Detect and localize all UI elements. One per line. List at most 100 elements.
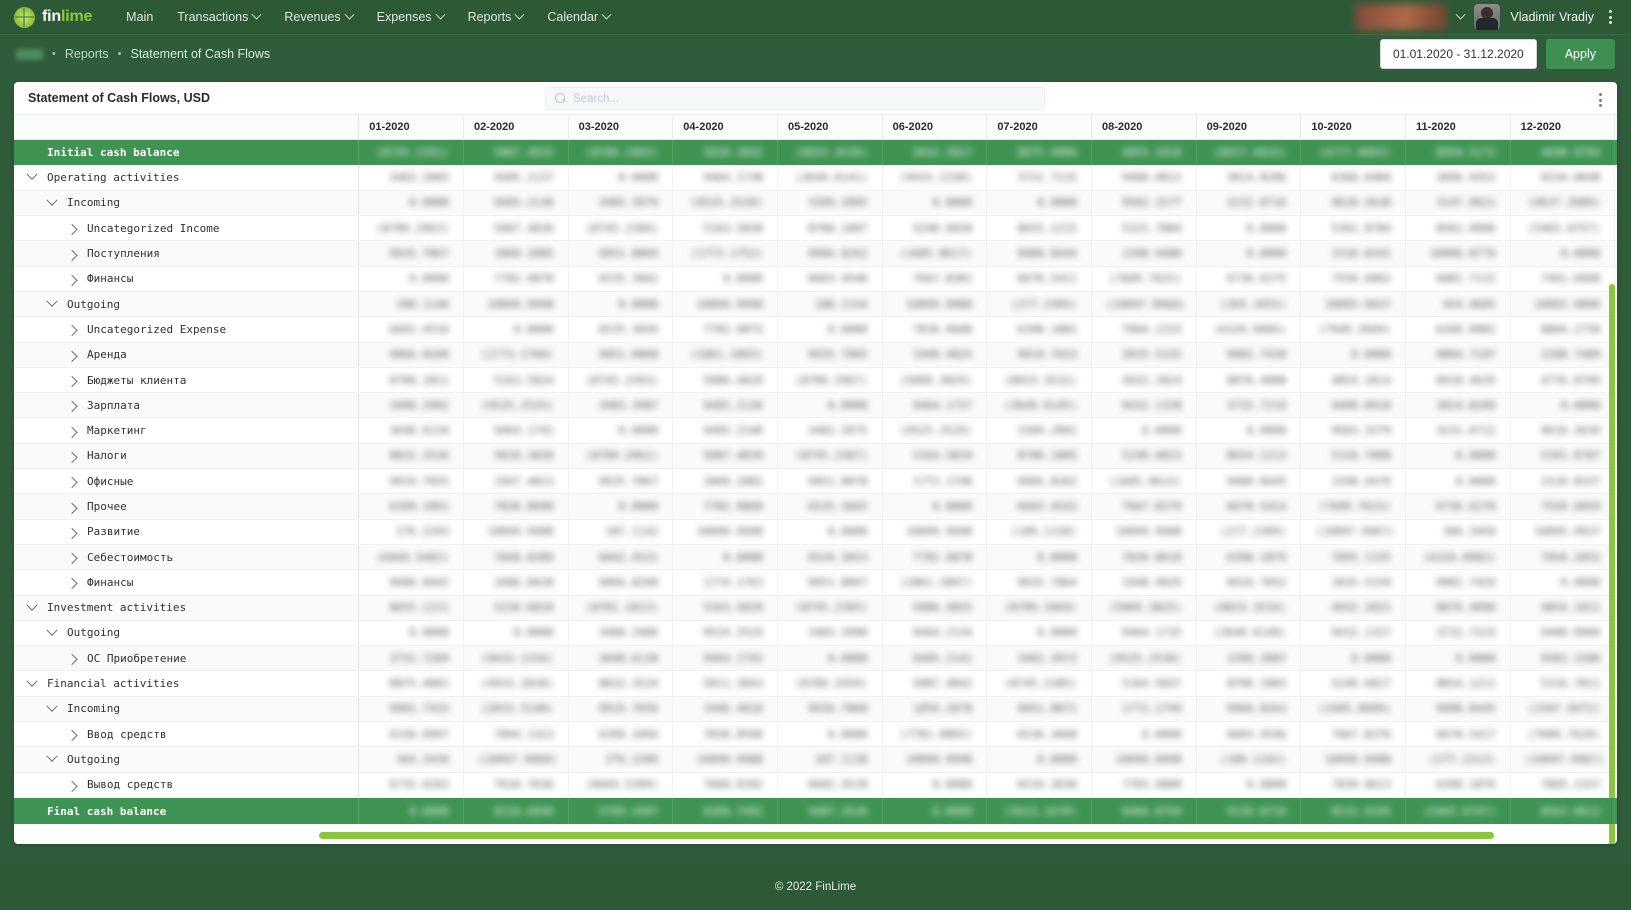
user-menu-kebab-icon[interactable] [1604, 6, 1617, 28]
table-row[interactable]: Uncategorized Expense6602.45340.00006535… [14, 317, 1617, 342]
row-label-cell[interactable]: Final cash balance [14, 798, 359, 824]
row-label-cell[interactable]: Outgoing [14, 291, 359, 316]
vertical-scrollbar-thumb[interactable] [1609, 284, 1615, 844]
chevron-right-icon[interactable] [64, 477, 80, 485]
column-header-10-2020[interactable]: 10-2020 [1301, 115, 1406, 139]
chevron-right-icon[interactable] [64, 578, 80, 586]
nav-item-expenses[interactable]: Expenses [365, 0, 456, 35]
chevron-down-icon[interactable] [44, 199, 60, 207]
table-row[interactable]: Прочее6399.18917838.06000.00007782.98686… [14, 494, 1617, 519]
table-row[interactable]: Себестоимость(6669.5402)7668.83896602.45… [14, 544, 1617, 569]
breadcrumb-item-redacted[interactable] [16, 49, 43, 60]
table-row[interactable]: Financial activities8875.4081(4933.2838)… [14, 671, 1617, 696]
chevron-right-icon[interactable] [64, 781, 80, 789]
company-selector-redacted[interactable] [1355, 4, 1447, 30]
row-label-cell[interactable]: Аренда [14, 342, 359, 367]
column-header-09-2020[interactable]: 09-2020 [1196, 115, 1301, 139]
table-row[interactable]: Investment activities8655.12215239.6810(… [14, 595, 1617, 620]
nav-item-calendar[interactable]: Calendar [535, 0, 622, 35]
table-row[interactable]: Initial cash balance(8745.2391)5087.4832… [14, 139, 1617, 165]
column-header-01-2020[interactable]: 01-2020 [359, 115, 464, 139]
chevron-down-icon[interactable] [24, 604, 40, 612]
table-row[interactable]: Outgoing0.00000.00003400.29069524.252434… [14, 620, 1617, 645]
chevron-down-icon[interactable] [44, 629, 60, 637]
row-label-cell[interactable]: Налоги [14, 443, 359, 468]
row-label-cell[interactable]: Ввод средств [14, 722, 359, 747]
table-row[interactable]: Final cash balance0.00008318.68405760.35… [14, 798, 1617, 824]
table-row[interactable]: Incoming9902.7433(2033.5140)9919.7656194… [14, 696, 1617, 721]
chevron-right-icon[interactable] [64, 250, 80, 258]
column-header-11-2020[interactable]: 11-2020 [1406, 115, 1511, 139]
chevron-right-icon[interactable] [64, 351, 80, 359]
table-row[interactable]: Incoming0.00009495.21383483.3979(9525.25… [14, 190, 1617, 215]
chevron-right-icon[interactable] [64, 275, 80, 283]
row-label-cell[interactable]: Financial activities [14, 671, 359, 696]
row-label-cell[interactable]: Вывод средств [14, 772, 359, 797]
apply-button[interactable]: Apply [1546, 39, 1615, 69]
row-label-cell[interactable]: Бюджеты клиента [14, 367, 359, 392]
column-header-03-2020[interactable]: 03-2020 [568, 115, 673, 139]
row-label-cell[interactable]: Initial cash balance [14, 139, 359, 165]
chevron-right-icon[interactable] [64, 503, 80, 511]
chevron-right-icon[interactable] [64, 452, 80, 460]
row-label-cell[interactable]: Uncategorized Income [14, 216, 359, 241]
chevron-right-icon[interactable] [64, 376, 80, 384]
table-row[interactable]: Финансы0.00007782.98706535.36620.0000660… [14, 266, 1617, 291]
row-label-cell[interactable]: Incoming [14, 696, 359, 721]
report-table-area[interactable]: 01-202002-202003-202004-202005-202006-20… [14, 115, 1617, 844]
chevron-right-icon[interactable] [64, 528, 80, 536]
chevron-down-icon[interactable] [24, 680, 40, 688]
row-label-cell[interactable]: Operating activities [14, 165, 359, 190]
column-header-02-2020[interactable]: 02-2020 [463, 115, 568, 139]
chevron-right-icon[interactable] [64, 654, 80, 662]
table-row[interactable]: Маркетинг3648.61349464.17410.00009495.21… [14, 418, 1617, 443]
chevron-down-icon[interactable] [44, 705, 60, 713]
row-label-cell[interactable]: Uncategorized Expense [14, 317, 359, 342]
column-header-06-2020[interactable]: 06-2020 [882, 115, 987, 139]
nav-item-revenues[interactable]: Revenues [272, 0, 364, 35]
date-range-input[interactable]: 01.01.2020 - 31.12.2020 [1380, 39, 1537, 69]
company-chevron-down-icon[interactable] [1456, 9, 1466, 19]
chevron-right-icon[interactable] [64, 730, 80, 738]
table-row[interactable]: Ввод средств6330.09977894.13236399.18947… [14, 722, 1617, 747]
row-label-cell[interactable]: Развитие [14, 519, 359, 544]
horizontal-scrollbar-thumb[interactable] [319, 832, 1494, 839]
column-header-07-2020[interactable]: 07-2020 [987, 115, 1092, 139]
chevron-down-icon[interactable] [24, 173, 40, 181]
table-row[interactable]: Зарплата3400.2902(9525.2525)3483.3987949… [14, 393, 1617, 418]
row-label-cell[interactable]: Incoming [14, 190, 359, 215]
table-row[interactable]: Налоги8832.35265010.3839(8789.2961)5087.… [14, 443, 1617, 468]
app-logo[interactable]: finlime [14, 7, 92, 28]
report-options-kebab-icon[interactable] [1594, 89, 1607, 111]
table-row[interactable]: Вывод средств6735.62637610.7636(6669.539… [14, 772, 1617, 797]
table-row[interactable]: Outgoing188.114610099.99980.000010099.99… [14, 291, 1617, 316]
column-header-05-2020[interactable]: 05-2020 [777, 115, 882, 139]
nav-item-transactions[interactable]: Transactions [165, 0, 272, 35]
chevron-right-icon[interactable] [64, 401, 80, 409]
row-label-cell[interactable]: Прочее [14, 494, 359, 519]
table-row[interactable]: Бюджеты клиента8700.18115163.5824(8745.2… [14, 367, 1617, 392]
table-row[interactable]: Финансы9980.84421686.06289966.82601774.1… [14, 570, 1617, 595]
table-row[interactable]: Офисные9919.76551947.40139935.78671860.2… [14, 469, 1617, 494]
row-label-cell[interactable]: ОС Приобретение [14, 646, 359, 671]
row-label-cell[interactable]: Outgoing [14, 747, 359, 772]
column-header-04-2020[interactable]: 04-2020 [673, 115, 778, 139]
table-row[interactable]: ОС Приобретение3731.7204(9433.1334)3648.… [14, 646, 1617, 671]
table-row[interactable]: Operating activities3483.39839495.21370.… [14, 165, 1617, 190]
row-label-cell[interactable]: Финансы [14, 570, 359, 595]
table-row[interactable]: Развитие276.229310099.9988187.114210099.… [14, 519, 1617, 544]
table-row[interactable]: Аренда9966.8260(1773.1760)9951.8068(1861… [14, 342, 1617, 367]
chevron-right-icon[interactable] [64, 427, 80, 435]
column-header-2020[interactable]: 2020 [1615, 115, 1617, 139]
column-header-12-2020[interactable]: 12-2020 [1510, 115, 1615, 139]
row-label-cell[interactable]: Офисные [14, 469, 359, 494]
user-avatar[interactable] [1474, 4, 1500, 30]
horizontal-scrollbar[interactable] [319, 832, 1611, 839]
chevron-down-icon[interactable] [44, 755, 60, 763]
nav-item-main[interactable]: Main [114, 0, 165, 35]
row-label-cell[interactable]: Outgoing [14, 620, 359, 645]
breadcrumb-item-reports[interactable]: Reports [65, 47, 109, 61]
chevron-right-icon[interactable] [64, 224, 80, 232]
chevron-right-icon[interactable] [64, 325, 80, 333]
search-field[interactable]: Search... [545, 87, 1045, 110]
